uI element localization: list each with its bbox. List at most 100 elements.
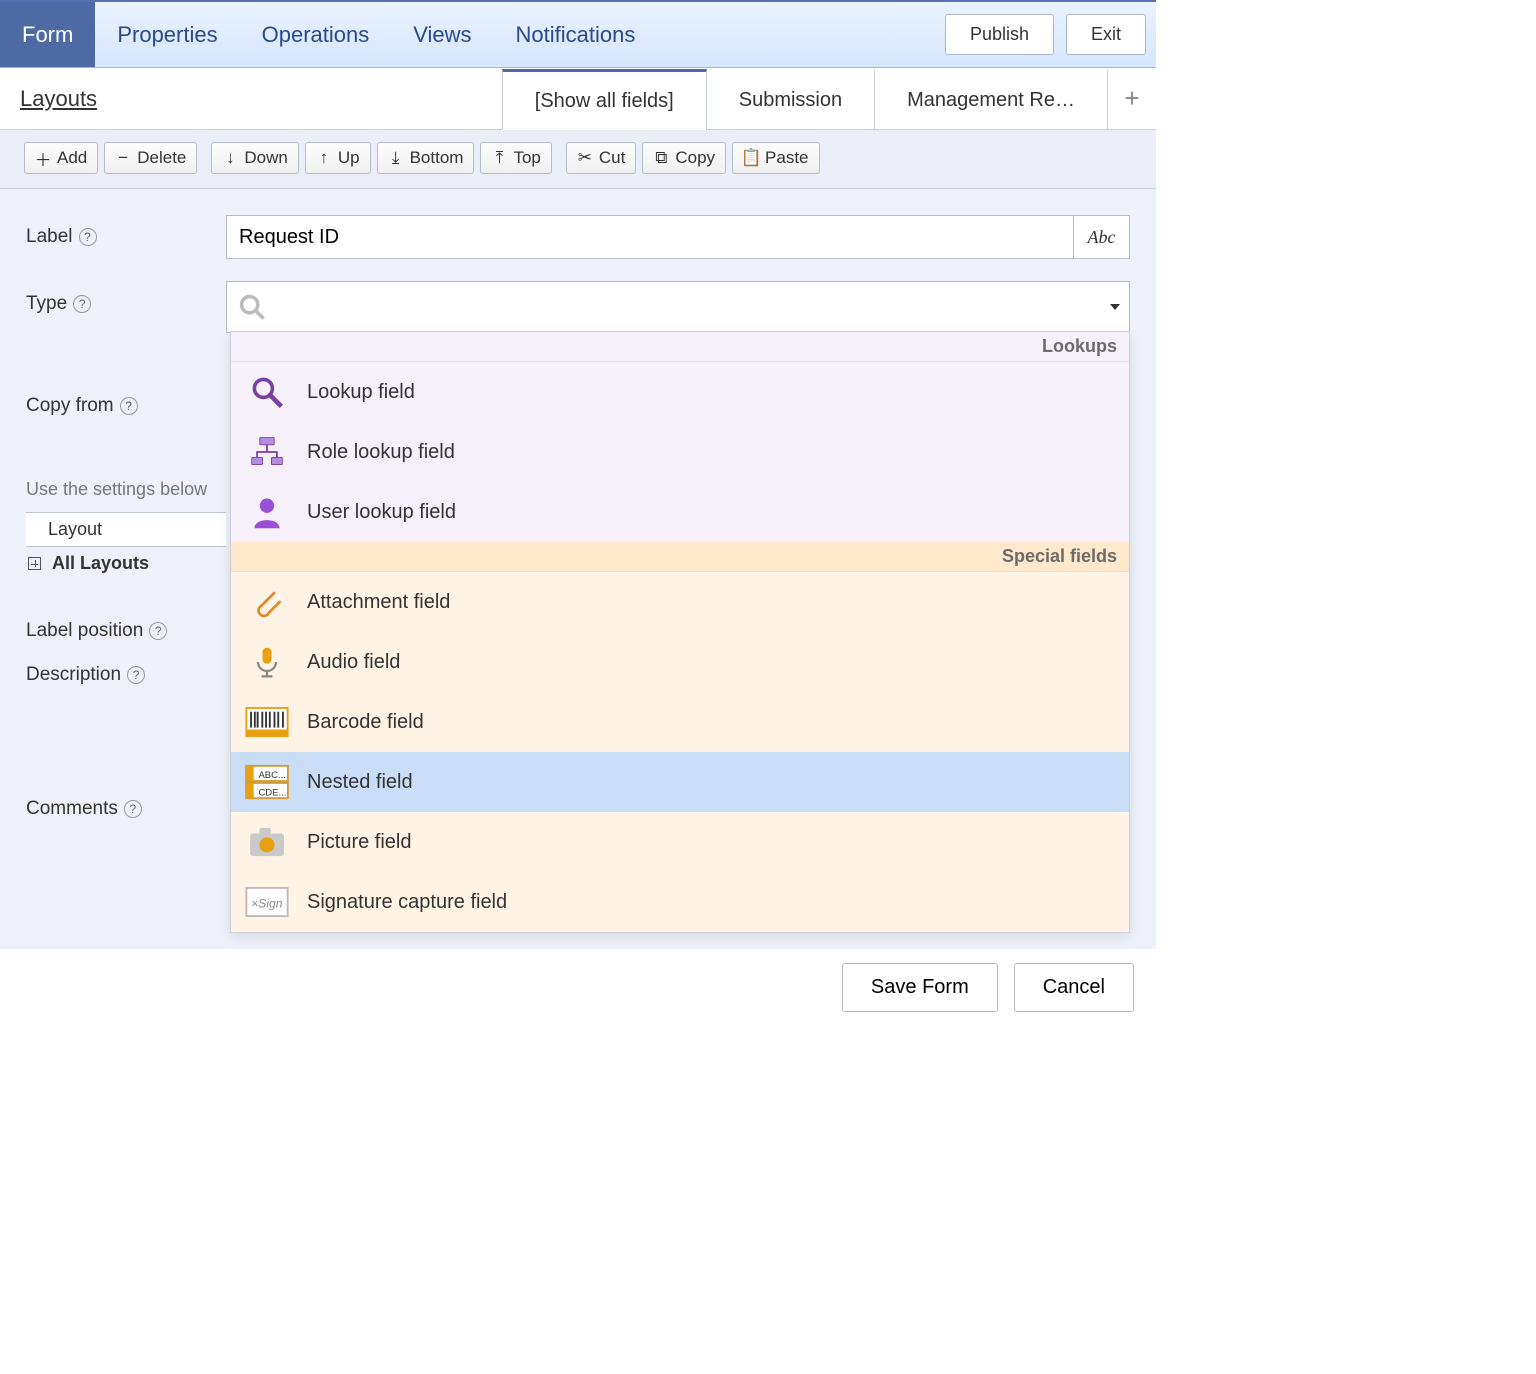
type-option-label: Lookup field	[307, 381, 415, 404]
dropdown-section-special: Special fields	[231, 542, 1129, 572]
bottom-button[interactable]: ⤓ Bottom	[377, 142, 475, 174]
label-input[interactable]	[226, 215, 1074, 259]
type-option-signature-capture-field[interactable]: ×Sign Signature capture field	[231, 872, 1129, 932]
layout-tab-show-all-fields[interactable]: [Show all fields]	[502, 69, 707, 130]
field-toolbar: ＋ Add − Delete ↓ Down ↑ Up ⤓ Bottom ⤒ To…	[0, 130, 1156, 189]
add-button-label: Add	[57, 148, 87, 168]
save-form-button[interactable]: Save Form	[842, 963, 998, 1012]
type-option-picture-field[interactable]: Picture field	[231, 812, 1129, 872]
help-icon[interactable]: ?	[127, 666, 145, 684]
cancel-button[interactable]: Cancel	[1014, 963, 1134, 1012]
comments-text: Comments	[26, 798, 118, 820]
comments-caption: Comments ?	[26, 798, 226, 820]
copy-from-caption: Copy from ?	[26, 395, 226, 417]
dropdown-section-lookups: Lookups	[231, 332, 1129, 362]
type-row: Type ?	[26, 281, 1130, 333]
type-option-nested-field[interactable]: ABC...CDE... Nested field	[231, 752, 1129, 812]
top-button-label: Top	[513, 148, 540, 168]
paste-button-label: Paste	[765, 148, 808, 168]
arrow-down-icon: ↓	[222, 150, 238, 166]
down-button[interactable]: ↓ Down	[211, 142, 298, 174]
all-layouts-label: All Layouts	[52, 553, 149, 573]
tab-properties[interactable]: Properties	[95, 2, 239, 67]
org-chart-icon	[245, 430, 289, 474]
arrow-to-bottom-icon: ⤓	[388, 150, 404, 166]
type-option-lookup-field[interactable]: Lookup field	[231, 362, 1129, 422]
top-tabs: Form Properties Operations Views Notific…	[0, 2, 657, 67]
type-option-label: Signature capture field	[307, 891, 507, 914]
layout-tab-submission[interactable]: Submission	[706, 68, 875, 129]
tab-notifications[interactable]: Notifications	[494, 2, 658, 67]
label-caption-text: Label	[26, 226, 73, 248]
paperclip-icon	[245, 580, 289, 624]
user-icon	[245, 490, 289, 534]
up-button-label: Up	[338, 148, 360, 168]
all-layouts-node[interactable]: All Layouts	[26, 547, 226, 580]
copy-button-label: Copy	[675, 148, 715, 168]
tab-form[interactable]: Form	[0, 2, 95, 67]
cut-button-label: Cut	[599, 148, 625, 168]
arrow-to-top-icon: ⤒	[491, 150, 507, 166]
type-option-role-lookup-field[interactable]: Role lookup field	[231, 422, 1129, 482]
tab-operations[interactable]: Operations	[240, 2, 392, 67]
footer-actions: Save Form Cancel	[0, 949, 1156, 1040]
paste-button[interactable]: 📋 Paste	[732, 142, 819, 174]
nested-table-icon: ABC... CDE...	[245, 760, 289, 804]
sub-tabbar: Layouts [Show all fields] Submission Man…	[0, 68, 1156, 130]
abc-style-button[interactable]: Abc	[1074, 215, 1130, 259]
label-field-caption: Label ?	[26, 226, 226, 248]
type-option-label: User lookup field	[307, 501, 456, 524]
field-editor: Label ? Abc Type ? Copy from ? Use the s…	[0, 189, 1156, 949]
label-row: Label ? Abc	[26, 215, 1130, 259]
camera-icon	[245, 820, 289, 864]
svg-text:ABC...: ABC...	[258, 770, 285, 781]
delete-button[interactable]: − Delete	[104, 142, 197, 174]
add-layout-tab-button[interactable]: +	[1108, 68, 1156, 129]
help-icon[interactable]: ?	[79, 228, 97, 246]
cut-button[interactable]: ✂ Cut	[566, 142, 636, 174]
barcode-icon	[245, 700, 289, 744]
copy-button[interactable]: ⧉ Copy	[642, 142, 726, 174]
layout-tab-management[interactable]: Management Re…	[874, 68, 1108, 129]
type-option-audio-field[interactable]: Audio field	[231, 632, 1129, 692]
type-option-user-lookup-field[interactable]: User lookup field	[231, 482, 1129, 542]
type-option-label: Role lookup field	[307, 441, 455, 464]
help-icon[interactable]: ?	[149, 622, 167, 640]
search-icon	[238, 293, 266, 321]
minus-icon: −	[115, 150, 131, 166]
help-icon[interactable]: ?	[120, 397, 138, 415]
magnifier-icon	[245, 370, 289, 414]
top-button[interactable]: ⤒ Top	[480, 142, 551, 174]
type-option-attachment-field[interactable]: Attachment field	[231, 572, 1129, 632]
layout-tree: Layout All Layouts	[26, 512, 226, 580]
help-icon[interactable]: ?	[73, 295, 91, 313]
add-button[interactable]: ＋ Add	[24, 142, 98, 174]
publish-button[interactable]: Publish	[945, 14, 1054, 55]
arrow-up-icon: ↑	[316, 150, 332, 166]
exit-button[interactable]: Exit	[1066, 14, 1146, 55]
type-caption: Type ?	[26, 281, 226, 315]
up-button[interactable]: ↑ Up	[305, 142, 371, 174]
type-option-label: Barcode field	[307, 711, 424, 734]
type-search-input[interactable]	[226, 281, 1130, 333]
layout-column-header: Layout	[26, 512, 226, 547]
type-option-label: Audio field	[307, 651, 400, 674]
type-dropdown-panel: Lookups Lookup field Role lookup field U…	[230, 331, 1130, 933]
scissors-icon: ✂	[577, 150, 593, 166]
tab-views[interactable]: Views	[391, 2, 493, 67]
type-combo[interactable]	[226, 281, 1130, 333]
paste-icon: 📋	[743, 150, 759, 166]
delete-button-label: Delete	[137, 148, 186, 168]
expand-icon[interactable]	[28, 557, 41, 570]
layouts-link[interactable]: Layouts	[0, 68, 117, 129]
description-text: Description	[26, 664, 121, 686]
topbar-actions: Publish Exit	[945, 14, 1146, 55]
type-option-barcode-field[interactable]: Barcode field	[231, 692, 1129, 752]
type-option-label: Attachment field	[307, 591, 450, 614]
svg-text:CDE...: CDE...	[258, 787, 286, 798]
plus-icon: ＋	[35, 150, 51, 166]
type-caption-text: Type	[26, 293, 67, 315]
copy-from-text: Copy from	[26, 395, 114, 417]
help-icon[interactable]: ?	[124, 800, 142, 818]
copy-icon: ⧉	[653, 150, 669, 166]
